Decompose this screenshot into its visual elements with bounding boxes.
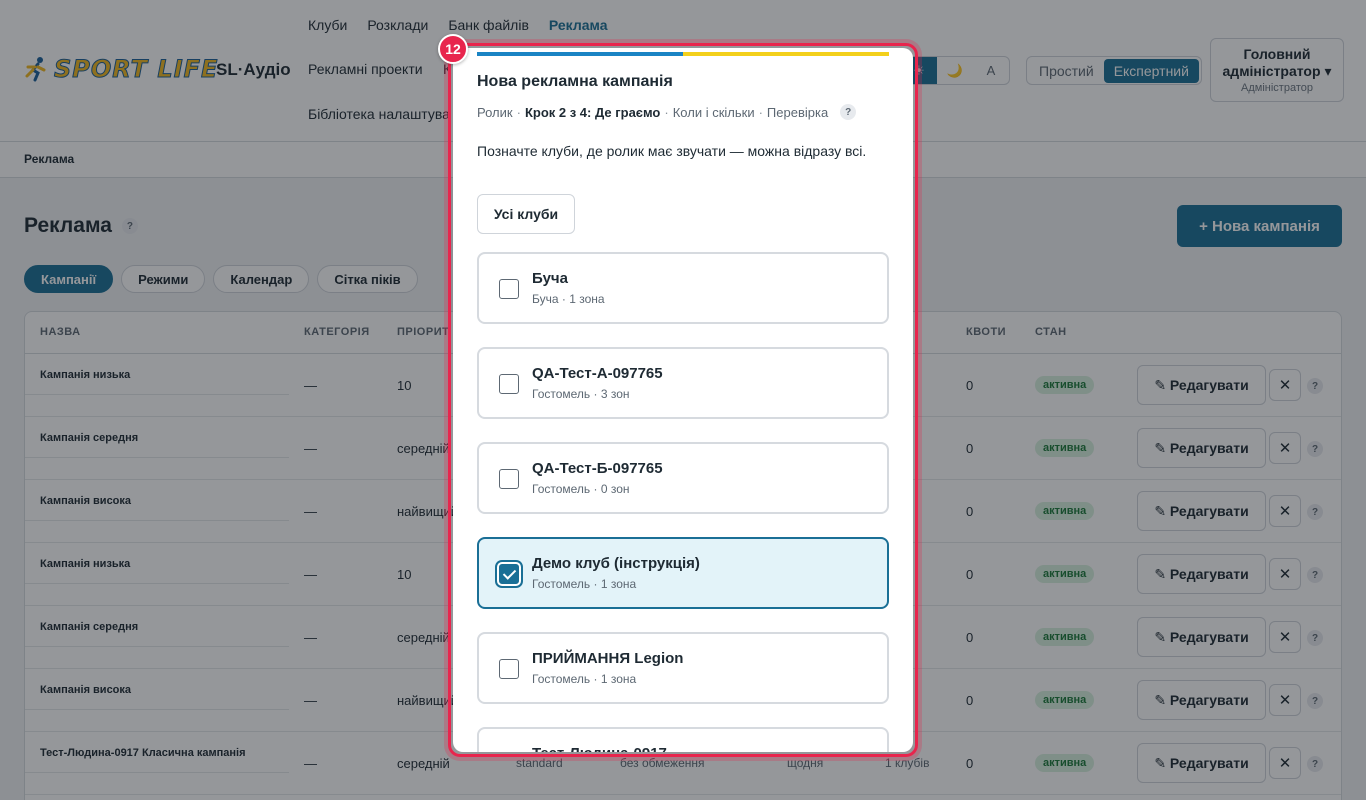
club-checkbox[interactable] [499,564,519,584]
help-icon[interactable]: ? [840,104,857,120]
club-card[interactable]: Демо клуб (інструкція) Гостомель · 1 зона [477,537,889,609]
club-details: Гостомель · 1 зона [532,577,637,591]
club-details: Гостомель · 1 зона [532,672,637,686]
step-when[interactable]: Коли і скільки [673,105,755,120]
instruction-text: Позначте клуби, де ролик має звучати — м… [477,143,867,159]
club-card[interactable]: QA-Тест-А-097765 Гостомель · 3 зон [477,347,889,419]
club-checkbox[interactable] [499,659,519,679]
club-checkbox[interactable] [499,469,519,489]
club-details: Буча · 1 зона [532,292,605,306]
club-card[interactable]: QA-Тест-Б-097765 Гостомель · 0 зон [477,442,889,514]
club-details: Гостомель · 3 зон [532,387,630,401]
step-video[interactable]: Ролик [477,105,513,120]
new-campaign-modal: Нова рекламна кампанія Ролик · Крок 2 з … [453,48,913,752]
club-name: Буча [532,270,568,287]
club-card[interactable]: Тест-Людина-0917 [477,727,889,752]
club-name: Тест-Людина-0917 [532,745,667,752]
club-name: QA-Тест-Б-097765 [532,460,663,477]
club-name: ПРИЙМАННЯ Legion [532,650,684,667]
flag-stripe [477,52,889,56]
club-card[interactable]: Буча Буча · 1 зона [477,252,889,324]
club-name: Демо клуб (інструкція) [532,555,700,572]
club-name: QA-Тест-А-097765 [532,365,663,382]
club-card[interactable]: ПРИЙМАННЯ Legion Гостомель · 1 зона [477,632,889,704]
club-checkbox[interactable] [499,279,519,299]
club-checkbox[interactable] [499,374,519,394]
club-details: Гостомель · 0 зон [532,482,630,496]
modal-title: Нова рекламна кампанія [477,73,673,90]
step-where: Крок 2 з 4: Де граємо [524,104,661,120]
step-review[interactable]: Перевірка [767,105,828,120]
tour-step-badge: 12 [438,34,468,64]
select-all-clubs-button[interactable]: Усі клуби [477,194,575,234]
wizard-steps: Ролик · Крок 2 з 4: Де граємо · Коли і с… [477,104,857,120]
